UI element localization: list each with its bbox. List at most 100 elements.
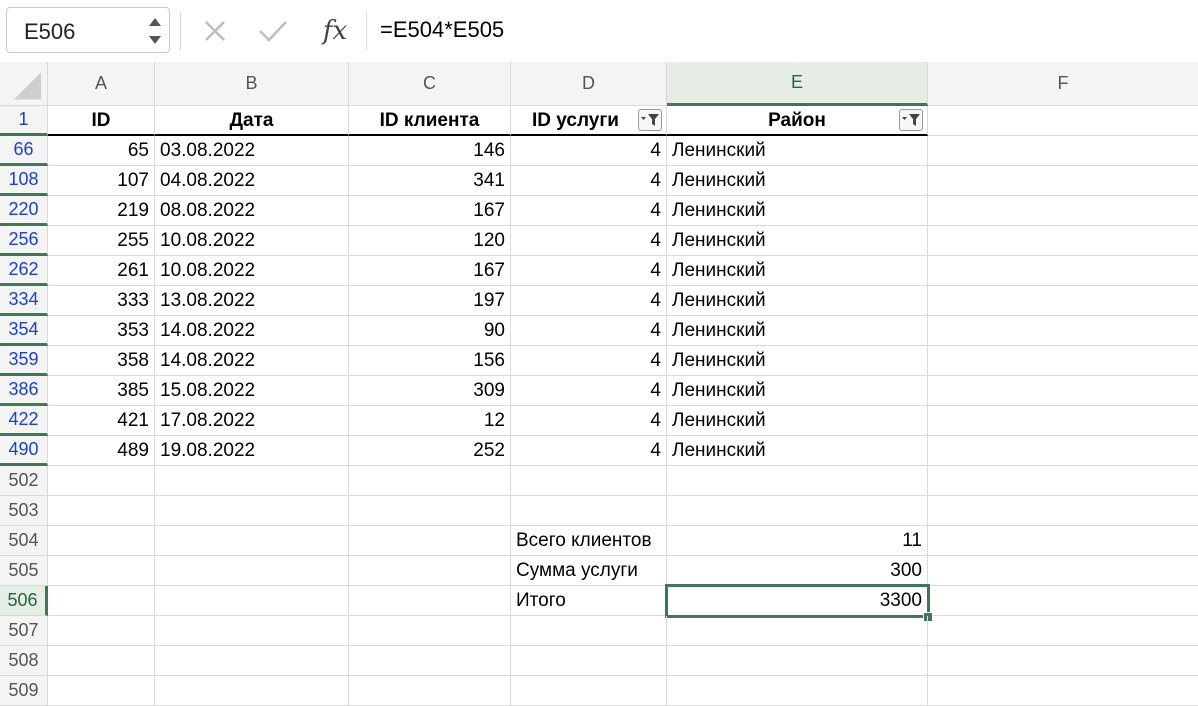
- empty-cell[interactable]: [48, 556, 155, 586]
- empty-cell[interactable]: [928, 496, 1198, 526]
- cell-f[interactable]: [928, 136, 1198, 166]
- empty-cell[interactable]: [349, 676, 511, 706]
- empty-cell[interactable]: [928, 556, 1198, 586]
- cell-district[interactable]: Ленинский: [667, 406, 928, 436]
- empty-cell[interactable]: [928, 676, 1198, 706]
- empty-cell[interactable]: [48, 676, 155, 706]
- column-header-e[interactable]: E: [667, 62, 928, 106]
- cell-id[interactable]: 107: [48, 166, 155, 196]
- cell-service-id[interactable]: 4: [511, 256, 667, 286]
- cell-service-id[interactable]: 4: [511, 136, 667, 166]
- cell-f[interactable]: [928, 346, 1198, 376]
- column-header-a[interactable]: A: [48, 62, 155, 106]
- cell-district[interactable]: Ленинский: [667, 226, 928, 256]
- summary-label[interactable]: Итого: [511, 586, 667, 616]
- header-cell-id[interactable]: ID: [48, 106, 155, 136]
- cell-service-id[interactable]: 4: [511, 436, 667, 466]
- cell-service-id[interactable]: 4: [511, 196, 667, 226]
- empty-cell[interactable]: [667, 616, 928, 646]
- cell-service-id[interactable]: 4: [511, 166, 667, 196]
- row-header[interactable]: 1: [0, 106, 48, 136]
- row-header[interactable]: 490: [0, 436, 48, 466]
- cell-date[interactable]: 14.08.2022: [155, 316, 349, 346]
- cell-district[interactable]: Ленинский: [667, 166, 928, 196]
- cell-client-id[interactable]: 197: [349, 286, 511, 316]
- column-header-c[interactable]: C: [349, 62, 511, 106]
- column-header-f[interactable]: F: [928, 62, 1198, 106]
- empty-cell[interactable]: [48, 616, 155, 646]
- row-header[interactable]: 262: [0, 256, 48, 286]
- row-header[interactable]: 505: [0, 556, 48, 586]
- empty-cell[interactable]: [155, 676, 349, 706]
- cell-client-id[interactable]: 167: [349, 256, 511, 286]
- cell-f[interactable]: [928, 196, 1198, 226]
- empty-cell[interactable]: [667, 676, 928, 706]
- cell-id[interactable]: 219: [48, 196, 155, 226]
- name-box-stepper-icon[interactable]: [147, 12, 163, 50]
- cell-id[interactable]: 358: [48, 346, 155, 376]
- cell-date[interactable]: 03.08.2022: [155, 136, 349, 166]
- empty-cell[interactable]: [511, 646, 667, 676]
- summary-value[interactable]: 11: [667, 526, 928, 556]
- empty-cell[interactable]: [667, 466, 928, 496]
- cell-f[interactable]: [928, 166, 1198, 196]
- insert-function-button[interactable]: fx: [316, 14, 354, 48]
- empty-cell[interactable]: [928, 646, 1198, 676]
- cell-client-id[interactable]: 309: [349, 376, 511, 406]
- formula-input[interactable]: =E504*E505: [380, 17, 504, 43]
- empty-cell[interactable]: [155, 616, 349, 646]
- empty-cell[interactable]: [349, 496, 511, 526]
- cell-district[interactable]: Ленинский: [667, 196, 928, 226]
- cell-id[interactable]: 353: [48, 316, 155, 346]
- empty-cell[interactable]: [155, 586, 349, 616]
- row-header[interactable]: 108: [0, 166, 48, 196]
- empty-cell[interactable]: [48, 526, 155, 556]
- cell-district[interactable]: Ленинский: [667, 376, 928, 406]
- row-header[interactable]: 256: [0, 226, 48, 256]
- empty-cell[interactable]: [511, 676, 667, 706]
- cell-f[interactable]: [928, 376, 1198, 406]
- cancel-button[interactable]: [198, 14, 232, 48]
- header-cell-district[interactable]: Район: [667, 106, 928, 136]
- empty-cell[interactable]: [667, 496, 928, 526]
- empty-cell[interactable]: [349, 526, 511, 556]
- empty-cell[interactable]: [349, 646, 511, 676]
- empty-cell[interactable]: [155, 526, 349, 556]
- cell-date[interactable]: 14.08.2022: [155, 346, 349, 376]
- row-header[interactable]: 507: [0, 616, 48, 646]
- row-header[interactable]: 503: [0, 496, 48, 526]
- cell-f[interactable]: [928, 256, 1198, 286]
- row-header[interactable]: 220: [0, 196, 48, 226]
- cell-client-id[interactable]: 156: [349, 346, 511, 376]
- cell-date[interactable]: 08.08.2022: [155, 196, 349, 226]
- cell-district[interactable]: Ленинский: [667, 346, 928, 376]
- empty-cell[interactable]: [511, 496, 667, 526]
- row-header[interactable]: 506: [0, 586, 48, 616]
- cell-client-id[interactable]: 12: [349, 406, 511, 436]
- cell-service-id[interactable]: 4: [511, 316, 667, 346]
- cell-client-id[interactable]: 167: [349, 196, 511, 226]
- row-header[interactable]: 422: [0, 406, 48, 436]
- empty-cell[interactable]: [667, 646, 928, 676]
- empty-cell[interactable]: [349, 466, 511, 496]
- column-header-d[interactable]: D: [511, 62, 667, 106]
- empty-cell[interactable]: [349, 556, 511, 586]
- cell-service-id[interactable]: 4: [511, 406, 667, 436]
- cell-client-id[interactable]: 90: [349, 316, 511, 346]
- cell-f[interactable]: [928, 406, 1198, 436]
- cell-service-id[interactable]: 4: [511, 376, 667, 406]
- empty-cell[interactable]: [511, 466, 667, 496]
- empty-cell[interactable]: [155, 556, 349, 586]
- empty-cell[interactable]: [928, 586, 1198, 616]
- cell-client-id[interactable]: 120: [349, 226, 511, 256]
- enter-button[interactable]: [254, 14, 292, 48]
- cell-client-id[interactable]: 341: [349, 166, 511, 196]
- cell-id[interactable]: 489: [48, 436, 155, 466]
- summary-value[interactable]: 300: [667, 556, 928, 586]
- cell-id[interactable]: 333: [48, 286, 155, 316]
- header-cell-client-id[interactable]: ID клиента: [349, 106, 511, 136]
- empty-cell[interactable]: [48, 496, 155, 526]
- cell-id[interactable]: 261: [48, 256, 155, 286]
- cell-date[interactable]: 19.08.2022: [155, 436, 349, 466]
- name-box-value[interactable]: E506: [24, 19, 75, 45]
